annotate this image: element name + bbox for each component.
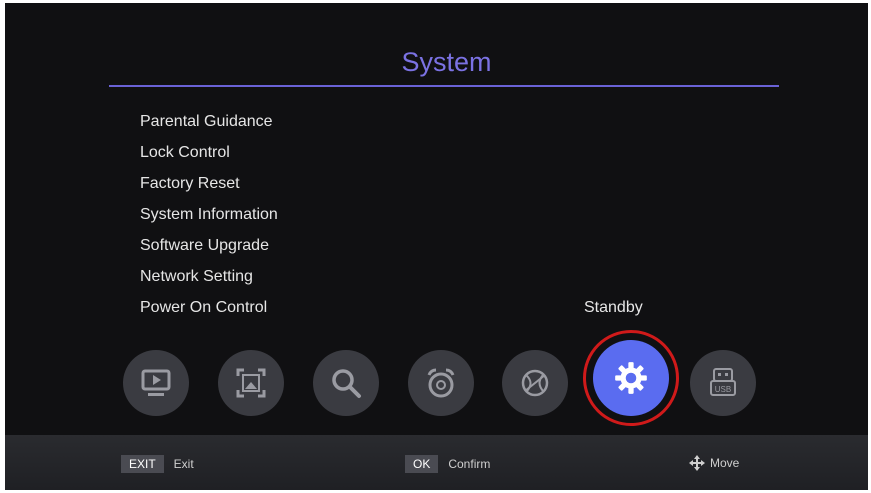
footer-hint-bar: EXIT Exit OK Confirm Move: [5, 435, 868, 490]
media-player-icon: [141, 369, 171, 396]
ok-key: OK: [405, 455, 439, 473]
tv-screen: System Parental Guidance Lock Control Fa…: [5, 3, 868, 490]
exit-key: EXIT: [121, 455, 164, 473]
move-label: Move: [710, 456, 740, 470]
usb-button[interactable]: USB: [690, 350, 756, 416]
selection-highlight-ring: [583, 330, 679, 426]
picture-icon: [236, 368, 266, 398]
move-hint: Move: [689, 455, 739, 471]
move-arrows-icon: [689, 455, 705, 471]
exit-hint[interactable]: EXIT Exit: [121, 455, 194, 473]
exit-label: Exit: [173, 457, 194, 471]
search-icon: [332, 369, 361, 398]
alarm-clock-icon: [427, 368, 455, 398]
confirm-hint[interactable]: OK Confirm: [405, 455, 490, 473]
alarm-clock-button[interactable]: [408, 350, 474, 416]
network-globe-icon: [521, 369, 549, 397]
search-button[interactable]: [313, 350, 379, 416]
network-button[interactable]: [502, 350, 568, 416]
confirm-label: Confirm: [448, 457, 491, 471]
picture-button[interactable]: [218, 350, 284, 416]
media-player-button[interactable]: [123, 350, 189, 416]
app-icon-bar: USB: [5, 3, 868, 490]
usb-icon-label: USB: [715, 385, 731, 394]
usb-icon: USB: [710, 368, 736, 396]
